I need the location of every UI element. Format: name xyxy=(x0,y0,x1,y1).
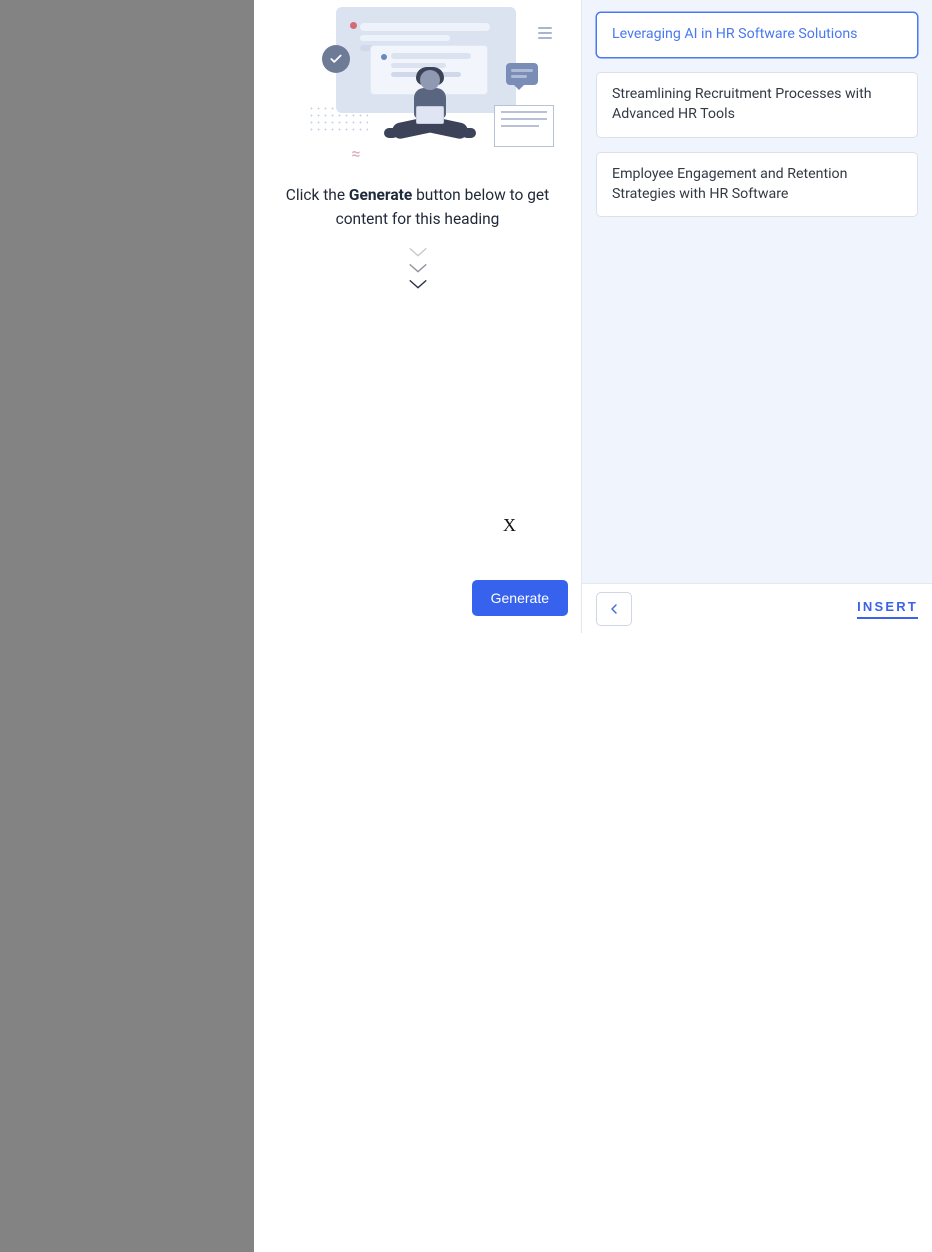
backdrop-panel xyxy=(0,0,254,633)
suggestions-panel: Leveraging AI in HR Software Solutions S… xyxy=(581,0,932,633)
check-icon xyxy=(322,45,350,73)
chevron-left-icon xyxy=(606,601,622,617)
instruction-bold: Generate xyxy=(349,186,412,204)
suggestion-item-1[interactable]: Streamlining Recruitment Processes with … xyxy=(596,72,918,138)
chat-icon xyxy=(506,63,538,85)
insert-button[interactable]: INSERT xyxy=(857,599,918,619)
instruction-prefix: Click the xyxy=(286,186,349,204)
suggestion-item-0[interactable]: Leveraging AI in HR Software Solutions xyxy=(596,12,918,58)
backdrop-area xyxy=(0,0,254,626)
instruction-text: Click the Generate button below to get c… xyxy=(254,183,581,231)
back-button[interactable] xyxy=(596,592,632,626)
instruction-illustration: ≈ xyxy=(298,5,538,165)
content-generation-panel: ≈ Click the Generate button below to get… xyxy=(254,0,581,633)
suggestions-footer: INSERT xyxy=(582,583,932,633)
suggestion-item-2[interactable]: Employee Engagement and Retention Strate… xyxy=(596,152,918,218)
generate-button[interactable]: Generate xyxy=(472,580,568,616)
chevron-down-animation xyxy=(407,245,429,291)
